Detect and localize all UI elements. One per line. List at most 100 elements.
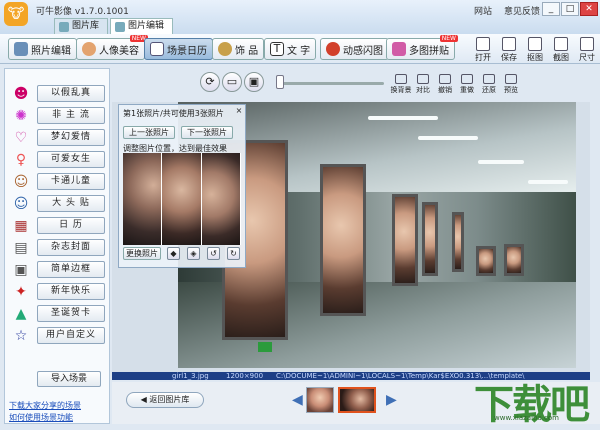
replace-photo-button[interactable]: 更换照片: [123, 247, 161, 260]
minimize-button[interactable]: _: [542, 2, 560, 16]
website-link[interactable]: 网站: [474, 4, 492, 17]
ring-icon: [218, 42, 232, 56]
tool-flash-gif[interactable]: 动感闪图: [320, 38, 389, 60]
library-icon: [59, 21, 69, 32]
magazine-icon: ▤: [14, 240, 28, 256]
next-photo-button[interactable]: 下一张照片: [181, 126, 233, 139]
actual-size-button[interactable]: ▣: [244, 72, 264, 92]
panel-title: 第1张照片/共可使用3张照片: [123, 109, 224, 118]
ruler-icon: [580, 37, 594, 51]
crop-preview-right: [201, 153, 241, 245]
main-tabs: 图片库 图片编辑: [54, 18, 174, 34]
tool-accessories[interactable]: 饰 品: [212, 38, 265, 60]
girl-icon: ♀: [15, 152, 27, 168]
category-item[interactable]: ♀ 可爱女生: [11, 150, 107, 170]
fit-screen-button[interactable]: ▭: [222, 72, 242, 92]
change-background-button[interactable]: 换背景: [390, 74, 412, 100]
preview-button[interactable]: 预览: [500, 74, 522, 100]
heart-icon: ♡: [14, 130, 28, 146]
view-controls: ⟳ ▭ ▣ 换背景 对比 撤销 重做 还原 预览: [112, 66, 590, 100]
framed-face: [507, 247, 521, 273]
photo-crop-preview[interactable]: [123, 153, 241, 245]
redo-button[interactable]: 重做: [456, 74, 478, 100]
category-item[interactable]: ▤ 杂志封面: [11, 238, 107, 258]
rotate-button[interactable]: ⟳: [200, 72, 220, 92]
compare-button[interactable]: 对比: [412, 74, 434, 100]
folder-icon: [476, 37, 490, 51]
photo-frame: [320, 164, 366, 316]
edit-icon: [115, 21, 126, 32]
tool-portrait[interactable]: 人像美容 NEW: [76, 35, 148, 60]
compare-icon: [417, 74, 429, 84]
category-item[interactable]: ▦ 日 历: [11, 216, 107, 236]
flip-horizontal-icon[interactable]: ◆: [167, 247, 180, 260]
framed-face: [479, 249, 493, 273]
download-scenes-link[interactable]: 下载大家分享的场景: [9, 400, 81, 411]
save-button[interactable]: 保存: [496, 35, 522, 63]
cartoon-icon: ☺: [13, 174, 29, 190]
photo-frame: [422, 202, 438, 276]
crop-icon: [554, 37, 568, 51]
gif-icon: [326, 42, 340, 56]
category-item[interactable]: ▣ 简单边框: [11, 260, 107, 280]
thumbnail[interactable]: [306, 387, 334, 413]
undo-button[interactable]: 撤销: [434, 74, 456, 100]
spark-icon: ✺: [15, 108, 27, 124]
app-logo: 🐮: [4, 2, 28, 26]
file-tools: 打开 保存 抠图 截图 尺寸: [470, 35, 600, 63]
scene-help-link[interactable]: 如何使用场景功能: [9, 412, 73, 423]
feedback-link[interactable]: 意见反馈: [504, 4, 540, 17]
collage-icon: [392, 42, 406, 56]
panel-close-icon[interactable]: ×: [235, 107, 243, 115]
category-item[interactable]: ▲ 圣诞贺卡: [11, 304, 107, 324]
category-item[interactable]: ☺ 大 头 贴: [11, 194, 107, 214]
zoom-slider[interactable]: [278, 82, 384, 85]
save-icon: [502, 37, 516, 51]
status-dimensions: 1200×900: [226, 372, 264, 380]
tool-scene-calendar[interactable]: 场景日历: [144, 38, 213, 60]
status-filename: girl1_3.jpg: [172, 372, 209, 380]
tool-collage[interactable]: 多图拼贴 NEW: [386, 35, 458, 60]
cutout-button[interactable]: 抠图: [522, 35, 548, 63]
scene-photo-panel: 第1张照片/共可使用3张照片 × 上一张照片 下一张照片 调整图片位置，达到最佳…: [118, 104, 246, 268]
prev-photo-button[interactable]: 上一张照片: [123, 126, 175, 139]
zoom-slider-thumb[interactable]: [276, 75, 284, 89]
back-to-library-button[interactable]: ◀ 返回图片库: [126, 392, 204, 408]
maximize-button[interactable]: □: [561, 2, 579, 16]
open-button[interactable]: 打开: [470, 35, 496, 63]
rotate-left-icon[interactable]: ↺: [207, 247, 220, 260]
window-controls: _ □ ✕: [542, 2, 598, 16]
category-item[interactable]: ☺ 卡通儿童: [11, 172, 107, 192]
tab-image-library[interactable]: 图片库: [54, 18, 109, 34]
import-scene-button[interactable]: 导入场景: [37, 371, 101, 387]
tool-text[interactable]: T文 字: [264, 38, 317, 60]
crop-button[interactable]: 截图: [548, 35, 574, 63]
category-item[interactable]: ✺ 非 主 流: [11, 106, 107, 126]
face-icon: [82, 42, 96, 56]
framed-face: [425, 205, 435, 273]
exit-sign: [258, 342, 272, 352]
mask-icon: ☻: [13, 86, 29, 102]
framed-face: [395, 197, 415, 283]
category-item[interactable]: ☻ 以假乱真: [11, 84, 107, 104]
flip-vertical-icon[interactable]: ◈: [187, 247, 200, 260]
thumbnail-selected[interactable]: [338, 387, 376, 413]
close-button[interactable]: ✕: [580, 2, 598, 16]
framed-face: [455, 215, 461, 269]
preview-icon: [505, 74, 517, 84]
resize-button[interactable]: 尺寸: [574, 35, 600, 63]
watermark-logo: 下载吧 www.xiazaiba.com: [474, 372, 600, 428]
tab-image-edit[interactable]: 图片编辑: [110, 18, 174, 34]
tool-photo-edit[interactable]: 照片编辑: [8, 38, 77, 60]
category-item[interactable]: ☆ 用户自定义: [11, 326, 107, 346]
ceiling-light: [418, 136, 478, 140]
rotate-right-icon[interactable]: ↻: [227, 247, 240, 260]
edit-actions: 换背景 对比 撤销 重做 还原 预览: [390, 74, 522, 100]
thumb-next-icon[interactable]: ▶: [386, 392, 397, 408]
category-item[interactable]: ♡ 梦幻爱情: [11, 128, 107, 148]
thumb-prev-icon[interactable]: ◀: [292, 392, 303, 408]
category-item[interactable]: ✦ 新年快乐: [11, 282, 107, 302]
frame-icon: ▣: [14, 262, 28, 278]
restore-button[interactable]: 还原: [478, 74, 500, 100]
restore-icon: [483, 74, 495, 84]
